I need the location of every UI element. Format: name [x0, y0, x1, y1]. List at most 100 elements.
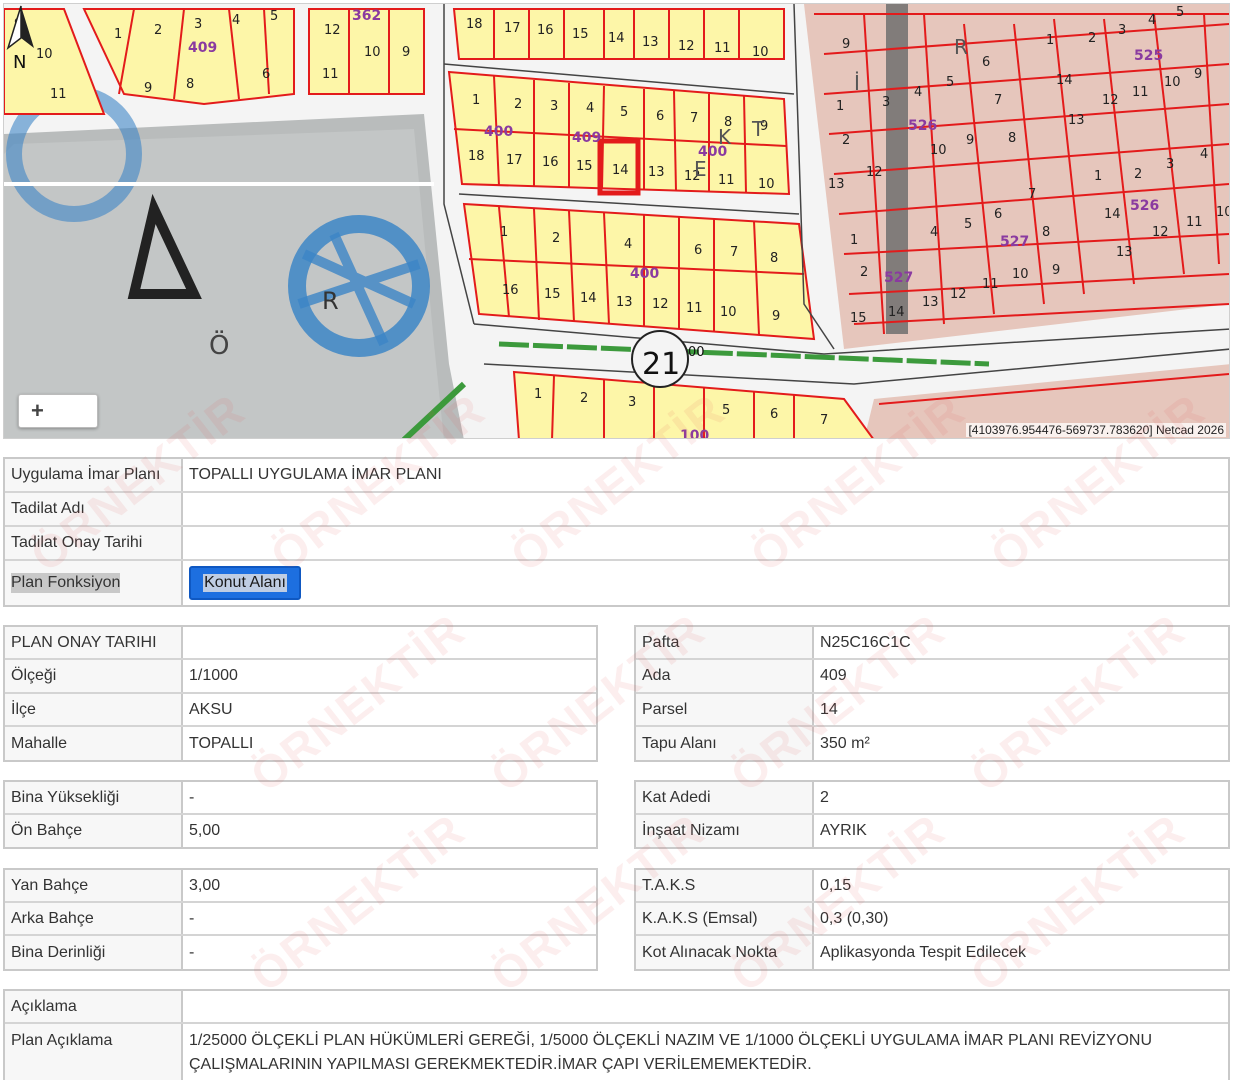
parcel-number: 5 [620, 105, 628, 120]
tapu-alani-label: Tapu Alanı [636, 727, 814, 760]
parcel-number: 15 [572, 27, 589, 42]
parcel-number: 4 [1200, 147, 1208, 162]
map-canvas[interactable]: R Ö 21 00 10 11 1 2 3 4 5 6 9 8 12 10 9 … [4, 4, 1230, 439]
parcel-number: 1 [850, 233, 858, 248]
table-row: K.A.K.S (Emsal) 0,3 (0,30) [636, 903, 1228, 936]
insaat-nizami-value: AYRIK [820, 822, 867, 839]
parcel-number: 13 [642, 35, 659, 50]
parcel-number: 2 [860, 265, 868, 280]
description-table: Açıklama Plan Açıklama 1/25000 ÖLÇEKLİ PL… [3, 989, 1230, 1080]
parcel-number: 8 [1008, 131, 1016, 146]
konut-alani-button[interactable]: Konut Alanı [189, 566, 301, 600]
parcel-number: 14 [888, 305, 905, 320]
block-label: 409 [572, 130, 601, 146]
parcel-number: 13 [828, 177, 845, 192]
parcel-number: 2 [580, 391, 588, 406]
parcel-number: 4 [1148, 13, 1156, 28]
parcel-number: 7 [690, 111, 698, 126]
parcel-number: 12 [678, 39, 695, 54]
block-label: 526 [908, 118, 937, 134]
table-row: T.A.K.S 0,15 [636, 870, 1228, 903]
parcel-number: 6 [656, 109, 664, 124]
plan-info-table: Uygulama İmar Planı TOPALLI UYGULAMA İMA… [3, 457, 1230, 607]
parcel-number: 18 [466, 17, 483, 32]
table-row: İlçe AKSU [5, 694, 596, 727]
parcel-number: 2 [154, 23, 162, 38]
plan-onay-value [183, 627, 596, 658]
parcel-number: 2 [552, 231, 560, 246]
parcel-number: 14 [608, 31, 625, 46]
parcel-number: 16 [537, 23, 554, 38]
insaat-nizami-label: İnşaat Nizamı [636, 815, 814, 847]
parcel-number: 15 [544, 287, 561, 302]
parcel-number: 1 [836, 99, 844, 114]
parcel-number: 9 [842, 37, 850, 52]
map-letter: E [694, 157, 707, 181]
table-row: Pafta N25C16C1C [636, 627, 1228, 660]
table-row: Parsel 14 [636, 694, 1228, 727]
parcel-number: 13 [616, 295, 633, 310]
table-row: Uygulama İmar Planı TOPALLI UYGULAMA İMA… [5, 459, 1228, 493]
yan-bahce-value: 3,00 [189, 876, 221, 894]
parcel-number: 5 [1176, 5, 1184, 20]
parcel-number: 6 [694, 243, 702, 258]
parcel-number: 10 [364, 45, 381, 60]
block-label: 526 [1130, 198, 1159, 214]
block-label: 362 [352, 8, 381, 24]
tapu-alani-value: 350 m² [820, 734, 870, 752]
parcel-number: 12 [950, 287, 967, 302]
plan-label: Uygulama İmar Planı [5, 459, 183, 491]
parcel-number: 2 [514, 97, 522, 112]
map-letter: K [718, 125, 732, 149]
block-label: 527 [884, 270, 913, 286]
parcel-number: 5 [722, 403, 730, 418]
map-view[interactable]: R Ö 21 00 10 11 1 2 3 4 5 6 9 8 12 10 9 … [3, 3, 1230, 439]
parsel-value: 14 [820, 700, 838, 718]
parcel-number: 9 [144, 81, 152, 96]
building-table-1: Bina Yüksekliği - Ön Bahçe 5,00 [3, 780, 598, 849]
parcel-number: 16 [502, 283, 519, 298]
parcel-number: 9 [1052, 263, 1060, 278]
taks-value: 0,15 [820, 876, 852, 894]
parcel-number: 14 [1056, 73, 1073, 88]
parcel-number: 8 [1042, 225, 1050, 240]
table-row: Mahalle TOPALLI [5, 727, 596, 760]
parcel-number: 1 [114, 27, 122, 42]
parcel-number: 8 [186, 77, 194, 92]
parcel-number: 12 [324, 23, 341, 38]
parcel-number: 7 [820, 413, 828, 428]
ada-label: Ada [636, 660, 814, 692]
plan-value: TOPALLI UYGULAMA İMAR PLANI [189, 466, 442, 483]
parcel-number: 4 [914, 85, 922, 100]
map-letter: T [751, 117, 765, 141]
parcel-number: 2 [1088, 31, 1096, 46]
parcel-number: 1 [500, 225, 508, 240]
tadilat-onay-label: Tadilat Onay Tarihi [5, 527, 183, 559]
olcek-value: 1/1000 [189, 667, 238, 684]
parcel-number: 5 [270, 9, 278, 24]
parcel-number: 5 [946, 75, 954, 90]
zoom-in-button[interactable]: + [18, 394, 98, 428]
parcel-number: 12 [866, 165, 883, 180]
parcel-number: 14 [580, 291, 597, 306]
table-row: Bina Derinliği - [5, 936, 596, 969]
kat-adedi-value: 2 [820, 788, 829, 806]
parcel-number: 4 [586, 101, 594, 116]
parcel-number: 14 [1104, 207, 1121, 222]
olcek-label: Ölçeği [5, 660, 183, 692]
table-row: Açıklama [5, 991, 1228, 1024]
north-arrow-icon: N [6, 5, 34, 70]
table-row: Ada 409 [636, 660, 1228, 694]
table-row: Kat Adedi 2 [636, 782, 1228, 815]
parcel-number: 17 [506, 153, 523, 168]
tadilat-adi-label: Tadilat Adı [5, 493, 183, 525]
kat-adedi-label: Kat Adedi [636, 782, 814, 813]
parcel-number: 12 [1152, 225, 1169, 240]
table-row: Plan Fonksiyon Konut Alanı [5, 561, 1228, 605]
parcel-number: 10 [1012, 267, 1029, 282]
parcel-number: 10 [1216, 205, 1230, 220]
block-label: 525 [1134, 48, 1163, 64]
parcel-number: 10 [758, 177, 775, 192]
plan-fonksiyon-label: Plan Fonksiyon [5, 561, 183, 605]
parcel-number: 11 [686, 301, 703, 316]
